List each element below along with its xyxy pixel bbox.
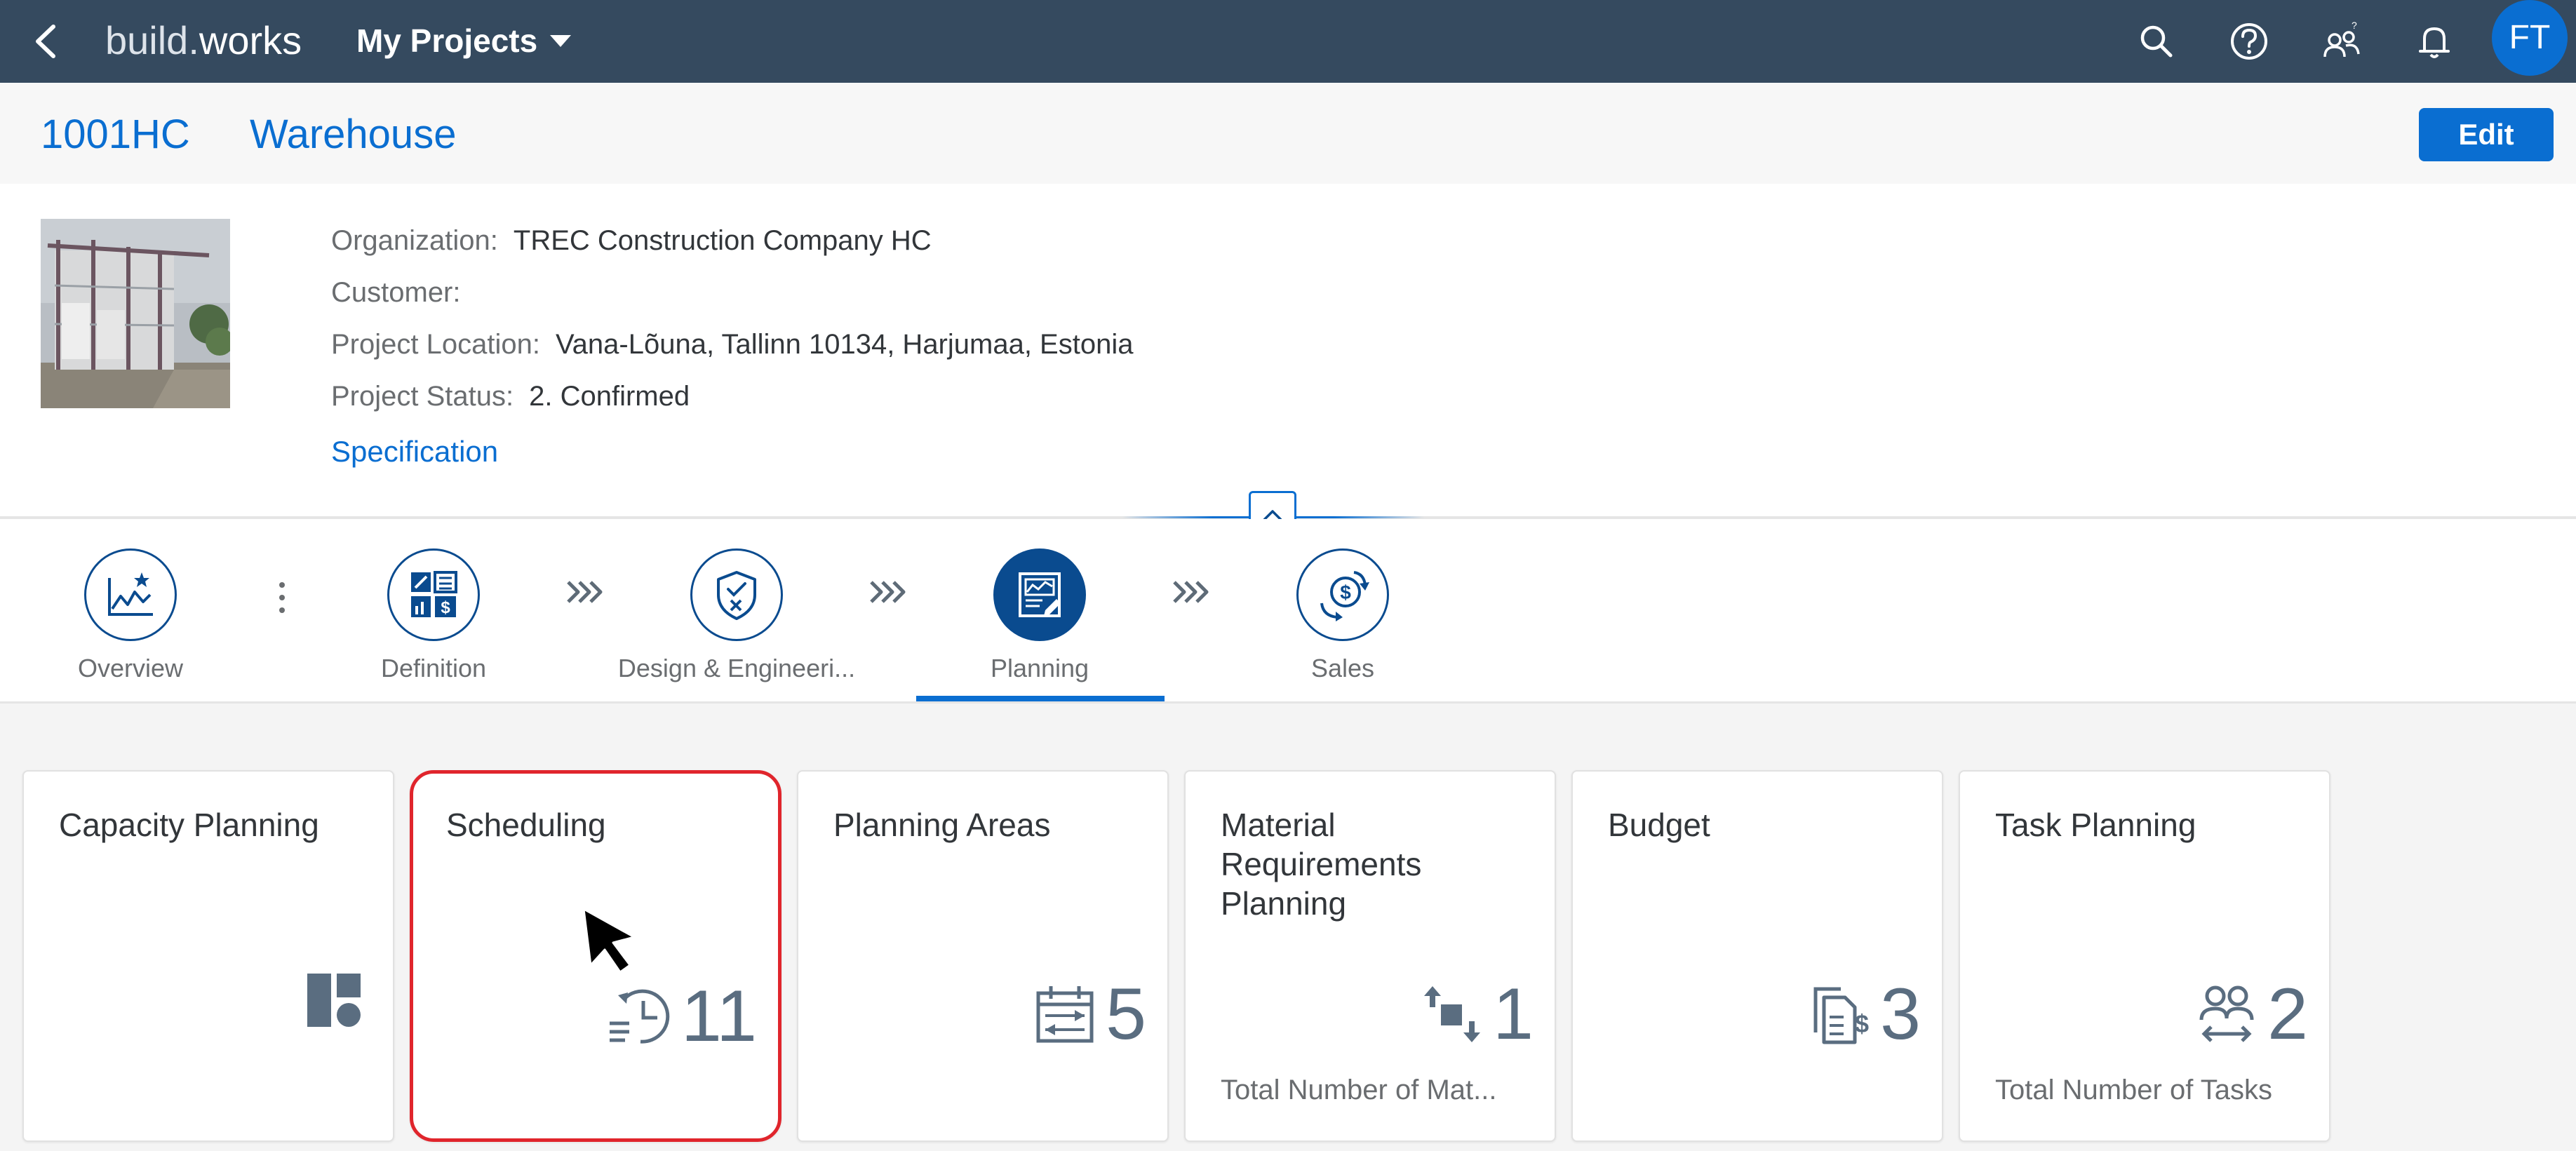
- attribute-label: Project Location:: [331, 329, 540, 360]
- mouse-pointer-icon: [581, 906, 651, 976]
- tile-title: Planning Areas: [833, 807, 1051, 843]
- step-label: Definition: [380, 654, 487, 682]
- tile-kpi: [306, 972, 372, 1028]
- attribute-location: Project Location: Vana-Lõuna, Tallinn 10…: [331, 318, 1133, 370]
- step-sales[interactable]: $ Sales: [1195, 548, 1490, 696]
- svg-text:?: ?: [2352, 20, 2357, 31]
- task-people-icon: [2196, 983, 2258, 1045]
- attribute-value: TREC Construction Company HC: [513, 225, 932, 256]
- tile-kpi-value: 5: [1106, 974, 1146, 1055]
- tile-title: Budget: [1608, 807, 1710, 843]
- my-projects-menu-label: My Projects: [356, 22, 538, 59]
- specification-link[interactable]: Specification: [331, 435, 498, 469]
- active-step-indicator: [916, 696, 1165, 701]
- attribute-label: Organization:: [331, 225, 498, 256]
- tile-title: Task Planning: [1995, 807, 2196, 843]
- step-overview[interactable]: Overview: [0, 548, 278, 696]
- attribute-label: Project Status:: [331, 381, 514, 412]
- tile-kpi: 2: [2196, 972, 2308, 1056]
- budget-document-icon: $: [1809, 983, 1870, 1045]
- tile-material-requirements-planning[interactable]: Material Requirements Planning 1 Total N…: [1184, 770, 1556, 1142]
- tile-kpi: $ 3: [1809, 972, 1921, 1056]
- tile-task-planning[interactable]: Task Planning 2 Total Number of Tasks: [1959, 770, 2330, 1142]
- capacity-icon: [306, 972, 362, 1028]
- search-icon[interactable]: [2135, 20, 2178, 62]
- help-icon[interactable]: [2228, 20, 2270, 62]
- attribute-status: Project Status: 2. Confirmed: [331, 370, 1133, 422]
- tile-kpi: 1: [1421, 972, 1534, 1056]
- tile-kpi-value: 2: [2267, 974, 2308, 1055]
- tile-budget[interactable]: Budget $ 3: [1571, 770, 1943, 1142]
- tile-planning-areas[interactable]: Planning Areas 5: [797, 770, 1169, 1142]
- object-header-content: Organization: TREC Construction Company …: [0, 184, 2576, 518]
- process-flow: Overview $ Definition Design & Engineeri…: [0, 519, 2576, 701]
- tile-footer: Total Number of Tasks: [1995, 1075, 2272, 1105]
- design-shield-icon: [690, 548, 783, 641]
- user-avatar[interactable]: FT: [2492, 0, 2568, 76]
- planning-icon: [993, 548, 1086, 641]
- step-design-engineering[interactable]: Design & Engineeri...: [589, 548, 884, 696]
- calendar-icon: [1034, 983, 1096, 1045]
- svg-text:$: $: [1340, 581, 1351, 603]
- project-id: 1001HC: [41, 112, 190, 157]
- edit-button[interactable]: Edit: [2419, 108, 2554, 161]
- shell-bar: build.works My Projects ? FT: [0, 0, 2576, 83]
- tile-capacity-planning[interactable]: Capacity Planning: [22, 770, 394, 1142]
- tile-kpi-value: 11: [681, 976, 757, 1057]
- my-projects-menu[interactable]: My Projects: [356, 15, 572, 66]
- step-label: Planning: [990, 654, 1089, 682]
- step-planning[interactable]: Planning: [892, 548, 1187, 696]
- tile-kpi-value: 1: [1493, 974, 1534, 1055]
- tile-kpi: 11: [604, 974, 757, 1058]
- material-arrows-icon: [1421, 983, 1483, 1045]
- step-label: Sales: [1310, 654, 1375, 682]
- step-label: Overview: [77, 654, 184, 682]
- attribute-value: Vana-Lõuna, Tallinn 10134, Harjumaa, Est…: [555, 329, 1134, 360]
- attribute-organization: Organization: TREC Construction Company …: [331, 215, 1133, 267]
- attribute-customer: Customer:: [331, 267, 1133, 318]
- tile-title: Scheduling: [446, 807, 606, 843]
- project-photo: [41, 219, 230, 408]
- tile-kpi: 5: [1034, 972, 1146, 1056]
- svg-text:$: $: [441, 598, 450, 617]
- chevron-down-icon: [550, 34, 572, 48]
- schedule-clock-icon: [604, 983, 671, 1050]
- attribute-label: Customer:: [331, 277, 461, 308]
- tile-footer: Total Number of Mat...: [1221, 1075, 1497, 1105]
- brand-logo: build.works: [105, 18, 302, 62]
- definition-icon: $: [387, 548, 480, 641]
- step-definition[interactable]: $ Definition: [286, 548, 581, 696]
- svg-text:$: $: [1855, 1009, 1869, 1038]
- overview-chart-icon: [84, 548, 177, 641]
- attribute-value: 2. Confirmed: [529, 381, 690, 412]
- tile-title: Capacity Planning: [59, 807, 319, 843]
- sales-money-icon: $: [1296, 548, 1389, 641]
- tile-title: Material Requirements Planning: [1221, 807, 1422, 922]
- object-title-bar: 1001HC Warehouse Edit: [0, 83, 2576, 184]
- step-label: Design & Engineeri...: [617, 654, 856, 682]
- project-name: Warehouse: [250, 112, 457, 157]
- back-icon[interactable]: [29, 21, 63, 62]
- project-attributes: Organization: TREC Construction Company …: [331, 215, 1133, 422]
- people-icon[interactable]: ?: [2321, 20, 2363, 62]
- process-flow-divider: [0, 701, 2576, 704]
- notification-icon[interactable]: [2413, 20, 2455, 62]
- tile-kpi-value: 3: [1880, 974, 1921, 1055]
